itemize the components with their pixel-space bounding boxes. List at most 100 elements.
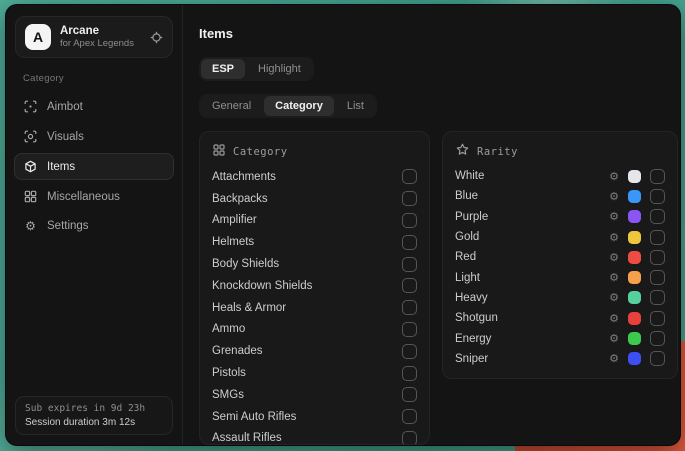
brand-card: A Arcane for Apex Legends <box>15 16 173 58</box>
rarity-row-controls: ⚙ <box>609 351 665 366</box>
brand-subtitle: for Apex Legends <box>60 38 134 49</box>
rarity-row-label: Blue <box>455 190 478 202</box>
category-row: Attachments <box>212 166 417 188</box>
adjust-crosshair-icon[interactable] <box>150 31 163 44</box>
main-content: Items ESPHighlight GeneralCategoryList <box>183 5 680 445</box>
category-row-label: Backpacks <box>212 193 268 205</box>
category-row-label: Knockdown Shields <box>212 280 312 292</box>
eye-scan-icon <box>24 130 37 143</box>
color-swatch[interactable] <box>628 210 641 223</box>
color-swatch[interactable] <box>628 251 641 264</box>
category-panel-title: Category <box>233 146 288 158</box>
rarity-checkbox[interactable] <box>650 250 665 265</box>
color-swatch[interactable] <box>628 190 641 203</box>
rarity-checkbox[interactable] <box>650 209 665 224</box>
category-row-label: Assault Rifles <box>212 432 282 444</box>
grid-icon <box>24 190 37 203</box>
category-checkbox[interactable] <box>402 213 417 228</box>
tab-category[interactable]: Category <box>264 96 334 116</box>
category-checkbox[interactable] <box>402 366 417 381</box>
sidebar-item-miscellaneous[interactable]: Miscellaneous <box>14 183 174 210</box>
category-checkbox[interactable] <box>402 409 417 424</box>
category-row-label: SMGs <box>212 389 244 401</box>
category-row: SMGs <box>212 384 417 406</box>
brand-title: Arcane <box>60 25 134 37</box>
color-swatch[interactable] <box>628 231 641 244</box>
rarity-row: Shotgun⚙ <box>455 308 665 328</box>
category-row-label: Body Shields <box>212 258 279 270</box>
category-list: AttachmentsBackpacksAmplifierHelmetsBody… <box>212 166 417 445</box>
category-checkbox[interactable] <box>402 191 417 206</box>
gear-icon[interactable]: ⚙ <box>609 171 619 182</box>
category-checkbox[interactable] <box>402 344 417 359</box>
tab-highlight[interactable]: Highlight <box>247 59 312 79</box>
rarity-checkbox[interactable] <box>650 270 665 285</box>
sidebar-item-aimbot[interactable]: Aimbot <box>14 93 174 120</box>
category-checkbox[interactable] <box>402 300 417 315</box>
gear-icon[interactable]: ⚙ <box>609 353 619 364</box>
sidebar-item-items[interactable]: Items <box>14 153 174 180</box>
color-swatch[interactable] <box>628 332 641 345</box>
rarity-row-controls: ⚙ <box>609 189 665 204</box>
arcane-window: A Arcane for Apex Legends Category Aimbo… <box>5 4 681 446</box>
rarity-row-label: Gold <box>455 231 479 243</box>
rarity-checkbox[interactable] <box>650 351 665 366</box>
category-row: Ammo <box>212 319 417 341</box>
sidebar-item-label: Settings <box>47 220 89 232</box>
rarity-checkbox[interactable] <box>650 169 665 184</box>
sidebar-item-label: Aimbot <box>47 101 83 113</box>
tab-esp[interactable]: ESP <box>201 59 245 79</box>
color-swatch[interactable] <box>628 170 641 183</box>
sidebar-item-visuals[interactable]: Visuals <box>14 123 174 150</box>
sidebar-item-label: Visuals <box>47 131 84 143</box>
panels-row: Category AttachmentsBackpacksAmplifierHe… <box>199 131 667 445</box>
rarity-panel-header: Rarity <box>456 143 665 161</box>
rarity-row-controls: ⚙ <box>609 250 665 265</box>
tab-general[interactable]: General <box>201 96 262 116</box>
rarity-row: Blue ⚙ <box>455 186 665 206</box>
rarity-row-controls: ⚙ <box>609 331 665 346</box>
rarity-checkbox[interactable] <box>650 331 665 346</box>
mode-tab-row: ESPHighlight <box>199 57 667 81</box>
color-swatch[interactable] <box>628 271 641 284</box>
rarity-checkbox[interactable] <box>650 230 665 245</box>
category-checkbox[interactable] <box>402 235 417 250</box>
gear-icon[interactable]: ⚙ <box>609 313 619 324</box>
category-checkbox[interactable] <box>402 169 417 184</box>
category-checkbox[interactable] <box>402 387 417 402</box>
brand-text: Arcane for Apex Legends <box>60 25 134 49</box>
star-icon <box>456 143 469 161</box>
rarity-panel-title: Rarity <box>477 146 518 158</box>
category-checkbox[interactable] <box>402 278 417 293</box>
rarity-row: Heavy⚙ <box>455 288 665 308</box>
color-swatch[interactable] <box>628 312 641 325</box>
gear-icon[interactable]: ⚙ <box>609 272 619 283</box>
gear-icon[interactable]: ⚙ <box>609 252 619 263</box>
rarity-row-label: Purple <box>455 211 488 223</box>
sidebar-nav: Aimbot Visuals Items Miscellaneous ⚙Settings <box>6 89 182 243</box>
category-row: Pistols <box>212 362 417 384</box>
gear-icon[interactable]: ⚙ <box>609 191 619 202</box>
gear-icon[interactable]: ⚙ <box>609 211 619 222</box>
gear-icon[interactable]: ⚙ <box>609 333 619 344</box>
rarity-row-label: Sniper <box>455 353 488 365</box>
color-swatch[interactable] <box>628 352 641 365</box>
category-checkbox[interactable] <box>402 431 417 445</box>
category-row: Semi Auto Rifles <box>212 406 417 428</box>
rarity-row-label: Energy <box>455 333 491 345</box>
category-row-label: Heals & Armor <box>212 302 286 314</box>
category-row: Heals & Armor <box>212 297 417 319</box>
rarity-panel: Rarity White⚙Blue⚙Purple⚙Gold⚙Red⚙Light⚙… <box>442 131 678 379</box>
sidebar-item-settings[interactable]: ⚙Settings <box>14 213 174 239</box>
category-checkbox[interactable] <box>402 257 417 272</box>
category-checkbox[interactable] <box>402 322 417 337</box>
gear-icon[interactable]: ⚙ <box>609 292 619 303</box>
view-tab-row: GeneralCategoryList <box>199 94 667 118</box>
color-swatch[interactable] <box>628 291 641 304</box>
rarity-row: White⚙ <box>455 166 665 186</box>
rarity-checkbox[interactable] <box>650 311 665 326</box>
gear-icon[interactable]: ⚙ <box>609 232 619 243</box>
rarity-checkbox[interactable] <box>650 290 665 305</box>
tab-list[interactable]: List <box>336 96 375 116</box>
rarity-checkbox[interactable] <box>650 189 665 204</box>
